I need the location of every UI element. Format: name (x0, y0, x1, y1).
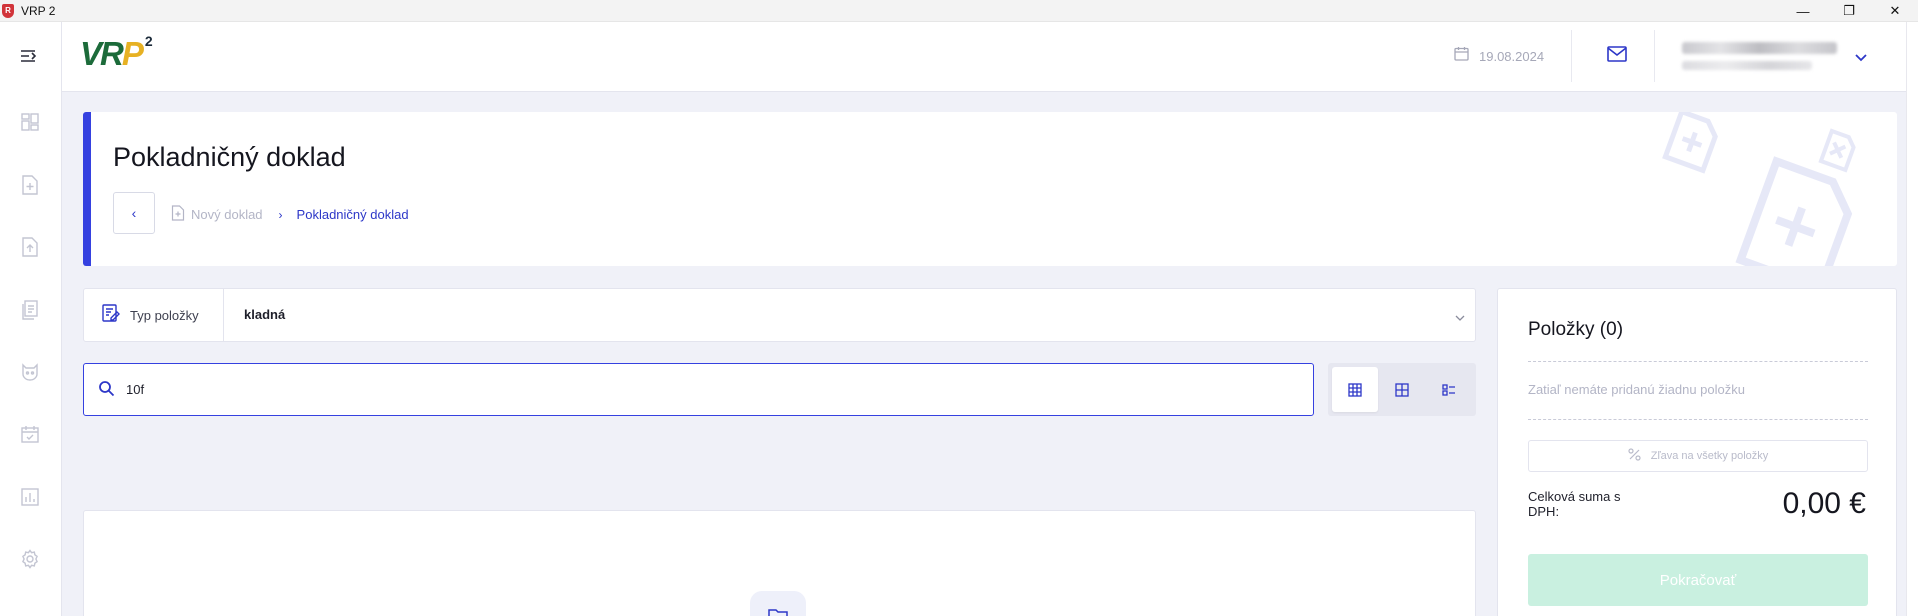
search-input[interactable] (126, 377, 1276, 401)
chevron-down-icon[interactable] (1455, 309, 1465, 327)
view-table-button[interactable] (1332, 367, 1378, 412)
header-divider (1571, 30, 1572, 82)
discount-label: Zľava na všetky položky (1650, 450, 1769, 462)
discount-all-button[interactable]: Zľava na všetky položky (1528, 440, 1868, 472)
logo-text-p: P (121, 35, 144, 72)
empty-items-message: Zatiaľ nemáte pridanú žiadnu položku (1528, 382, 1745, 397)
app-logo[interactable]: VR P 2 (80, 33, 153, 73)
documents-icon[interactable] (19, 299, 41, 321)
edit-document-icon (102, 303, 120, 327)
dashboard-icon[interactable] (19, 111, 41, 133)
logo-text-vr: VR (80, 35, 124, 72)
search-results-panel (83, 510, 1476, 616)
minimize-button[interactable]: — (1780, 0, 1826, 22)
mail-icon[interactable] (1607, 46, 1627, 67)
sidebar (0, 22, 62, 616)
settings-icon[interactable] (19, 548, 41, 570)
breadcrumb-parent[interactable]: Nový doklad (191, 207, 263, 222)
logo-superscript: 2 (144, 33, 153, 49)
item-type-select[interactable]: Typ položky kladná (83, 288, 1476, 342)
new-document-icon (171, 205, 185, 224)
page-header-card: Pokladničný doklad ‹ Nový doklad › Pokla… (83, 112, 1897, 266)
back-button[interactable]: ‹ (113, 192, 155, 234)
view-grid-button[interactable] (1379, 367, 1425, 412)
user-company-redacted (1682, 61, 1812, 70)
page-title: Pokladničný doklad (113, 142, 346, 172)
scrollbar[interactable] (1906, 22, 1918, 616)
continue-button[interactable]: Pokračovať (1528, 554, 1868, 606)
view-mode-toggle (1328, 363, 1476, 416)
user-menu[interactable] (1682, 42, 1837, 70)
new-document-icon[interactable] (19, 174, 41, 196)
restore-button[interactable]: ❐ (1826, 0, 1872, 22)
items-title: Položky (0) (1528, 319, 1624, 340)
user-name-redacted (1682, 42, 1837, 54)
dashed-divider (1528, 419, 1868, 420)
item-type-value[interactable]: kladná (244, 307, 285, 322)
calendar-icon[interactable] (19, 423, 41, 445)
breadcrumb-current: Pokladničný doklad (296, 207, 409, 222)
menu-toggle-icon[interactable] (19, 48, 39, 69)
chevron-down-icon[interactable] (1854, 50, 1868, 68)
date-text: 19.08.2024 (1479, 48, 1545, 64)
window-title: VRP 2 (21, 3, 56, 18)
total-label: Celková suma s DPH: (1528, 489, 1621, 519)
search-icon (98, 380, 115, 402)
current-date: 19.08.2024 (1454, 46, 1544, 66)
empty-folder-icon (750, 591, 806, 616)
reports-icon[interactable] (19, 486, 41, 508)
view-list-button[interactable] (1426, 367, 1472, 412)
breadcrumb-separator: › (278, 207, 283, 222)
product-search[interactable] (83, 363, 1314, 416)
close-window-button[interactable]: ✕ (1872, 0, 1918, 22)
dashed-divider (1528, 361, 1868, 362)
percent-icon (1628, 448, 1641, 464)
item-type-label-cell: Typ položky (84, 289, 224, 341)
header-divider (1654, 30, 1655, 82)
item-type-label: Typ položky (130, 307, 199, 323)
window-titlebar: R VRP 2 — ❐ ✕ (0, 0, 1918, 22)
app-icon: R (2, 3, 14, 18)
decorative-document-illustration (1647, 112, 1897, 266)
total-value: 0,00 € (1782, 487, 1866, 520)
calendar-icon (1454, 46, 1469, 66)
breadcrumb: Nový doklad › Pokladničný doklad (171, 205, 409, 224)
products-icon[interactable] (19, 361, 41, 383)
top-header: VR P 2 19.08.2024 (62, 22, 1918, 92)
upload-document-icon[interactable] (19, 236, 41, 258)
items-panel: Položky (0) Zatiaľ nemáte pridanú žiadnu… (1497, 288, 1897, 616)
